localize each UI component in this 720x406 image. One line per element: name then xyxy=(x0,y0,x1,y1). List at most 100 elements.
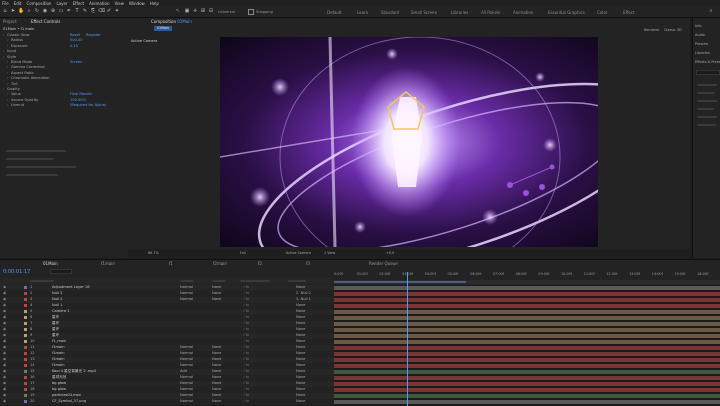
layer-switches[interactable]: ⁄ fx xyxy=(244,369,249,375)
layer-mode[interactable]: Normal xyxy=(180,297,193,303)
layer-parent[interactable]: None xyxy=(296,351,305,357)
layer-row[interactable]: ◉2Null 3NormalNone⁄ fx2. Null 2 xyxy=(0,291,334,297)
property-row[interactable]: ›Exposure0.15 xyxy=(0,44,128,49)
layer-name[interactable]: 星环 xyxy=(52,315,59,321)
layer-switches[interactable]: ⁄ fx xyxy=(244,375,249,381)
layer-switches[interactable]: ⁄ fx xyxy=(244,381,249,387)
rotate-tool-icon[interactable]: ↻ xyxy=(34,8,40,15)
layer-label-color[interactable] xyxy=(24,286,27,289)
rectangle-tool-icon[interactable]: ▭ xyxy=(58,8,64,15)
layer-row[interactable]: ◉7星环⁄ fxNone xyxy=(0,321,334,327)
menu-composition[interactable]: Composition xyxy=(26,1,51,6)
menu-animation[interactable]: Animation xyxy=(89,1,109,6)
axis-icon[interactable]: ✛ xyxy=(192,8,198,15)
layer-label-color[interactable] xyxy=(24,346,27,349)
layer-parent[interactable]: None xyxy=(296,333,305,339)
layer-name[interactable]: 星环 xyxy=(52,333,59,339)
layer-switches[interactable]: ⁄ fx xyxy=(244,327,249,333)
visibility-eye-icon[interactable]: ◉ xyxy=(3,339,6,345)
right-tab-info[interactable]: Info xyxy=(695,22,720,31)
menu-window[interactable]: Window xyxy=(129,1,145,6)
layer-switches[interactable]: ⁄ fx xyxy=(244,291,249,297)
time-ruler[interactable]: 0:00f01:00f02:00f03:00f04:00f05:00f06:00… xyxy=(334,272,720,280)
right-tab-effects-presets[interactable]: Effects & Presets xyxy=(695,58,720,67)
layer-name[interactable]: f1main xyxy=(52,345,65,351)
layer-name[interactable]: Null 1 xyxy=(52,303,62,309)
layer-switches[interactable]: ⁄ fx xyxy=(244,363,249,369)
twirl-icon[interactable]: › xyxy=(7,65,8,70)
workspace-default[interactable]: Default xyxy=(327,10,342,15)
layer-row[interactable]: ◉16星球光效NormalNone⁄ fxNone xyxy=(0,375,334,381)
property-row[interactable]: ›Quality xyxy=(0,87,128,92)
workspace-learn[interactable]: Learn xyxy=(357,10,368,15)
layer-switches[interactable]: ⁄ fx xyxy=(244,303,249,309)
layer-mode[interactable]: Normal xyxy=(180,291,193,297)
puppet-tool-icon[interactable]: ✦ xyxy=(114,8,120,15)
layer-track-matte[interactable]: None xyxy=(212,393,221,399)
twirl-icon[interactable]: › xyxy=(7,103,8,108)
twirl-icon[interactable]: › xyxy=(7,76,8,81)
layer-duration-bar[interactable] xyxy=(334,370,720,375)
layer-name[interactable]: f1main xyxy=(52,363,65,369)
layer-name[interactable]: bg glow xyxy=(52,381,66,387)
visibility-eye-icon[interactable]: ◉ xyxy=(3,315,6,321)
register-link[interactable]: Register xyxy=(86,33,101,38)
snapping-checkbox[interactable] xyxy=(248,9,254,15)
menu-file[interactable]: File xyxy=(2,1,9,6)
layer-parent[interactable]: None xyxy=(296,327,305,333)
layer-switches[interactable]: ⁄ fx xyxy=(244,297,249,303)
layer-name[interactable]: Adjustment Layer 16 xyxy=(52,285,90,291)
layer-label-color[interactable] xyxy=(24,358,27,361)
visibility-eye-icon[interactable]: ◉ xyxy=(3,321,6,327)
visibility-eye-icon[interactable]: ◉ xyxy=(3,291,6,297)
layer-label-color[interactable] xyxy=(24,370,27,373)
layer-name[interactable]: Null 3 xyxy=(52,291,62,297)
visibility-eye-icon[interactable]: ◉ xyxy=(3,327,6,333)
layer-label-color[interactable] xyxy=(24,376,27,379)
layer-mode[interactable]: Normal xyxy=(180,351,193,357)
visibility-eye-icon[interactable]: ◉ xyxy=(3,285,6,291)
workspace-standard[interactable]: Standard xyxy=(381,10,399,15)
world-axis-icon[interactable]: ⊞ xyxy=(200,8,206,15)
current-timecode[interactable]: 0:00:01:17 xyxy=(3,269,30,275)
menu-view[interactable]: View xyxy=(115,1,125,6)
hand-tool-icon[interactable]: ✋ xyxy=(18,8,24,15)
universal-mode-label[interactable]: Universal xyxy=(218,9,244,15)
layer-label-color[interactable] xyxy=(24,322,27,325)
property-row[interactable]: ›Input xyxy=(0,49,128,54)
layer-duration-bar[interactable] xyxy=(334,286,720,291)
layer-duration-bar[interactable] xyxy=(334,346,720,351)
layer-duration-bar[interactable] xyxy=(334,334,720,339)
layer-name[interactable]: 星球光效 xyxy=(52,375,66,381)
layer-label-color[interactable] xyxy=(24,394,27,397)
twirl-icon[interactable]: › xyxy=(7,71,8,76)
layer-parent[interactable]: None xyxy=(296,357,305,363)
camera-dropdown[interactable]: Active Camera xyxy=(286,249,311,258)
layer-name[interactable]: CF_Symbol_37.png xyxy=(52,399,86,405)
layer-row[interactable]: ◉4Null 1⁄ fxNone xyxy=(0,303,334,309)
layer-switches[interactable]: ⁄ fx xyxy=(244,285,249,291)
layer-mode[interactable]: Normal xyxy=(180,375,193,381)
layer-parent[interactable]: 3. Null 1 xyxy=(296,297,311,303)
layer-mode[interactable]: Add xyxy=(180,369,187,375)
layer-duration-bar[interactable] xyxy=(334,292,720,297)
layer-row[interactable]: ◉20CF_Symbol_37.pngNormalNone⁄ fxNone xyxy=(0,399,334,405)
twirl-icon[interactable]: › xyxy=(7,82,8,87)
property-value[interactable]: 0.15 xyxy=(70,44,78,49)
transform-icon[interactable]: ▣ xyxy=(184,8,190,15)
layer-duration-bar[interactable] xyxy=(334,316,720,321)
property-row[interactable]: ›Chromatic Aberration xyxy=(0,76,128,81)
layer-track-matte[interactable]: None xyxy=(212,345,221,351)
property-row[interactable]: ›Tint xyxy=(0,82,128,87)
visibility-eye-icon[interactable]: ◉ xyxy=(3,369,6,375)
selection-tool-icon[interactable]: ➤ xyxy=(10,8,16,15)
layer-name[interactable]: f1main xyxy=(52,351,65,357)
layer-row[interactable]: ◉18bg glowNormalNone⁄ fxNone xyxy=(0,387,334,393)
layer-label-color[interactable] xyxy=(24,316,27,319)
layer-parent[interactable]: None xyxy=(296,309,305,315)
timeline-tab[interactable]: Render Queue xyxy=(366,260,401,267)
layer-track-matte[interactable]: None xyxy=(212,291,221,297)
visibility-eye-icon[interactable]: ◉ xyxy=(3,357,6,363)
layer-label-color[interactable] xyxy=(24,340,27,343)
layer-parent[interactable]: None xyxy=(296,321,305,327)
